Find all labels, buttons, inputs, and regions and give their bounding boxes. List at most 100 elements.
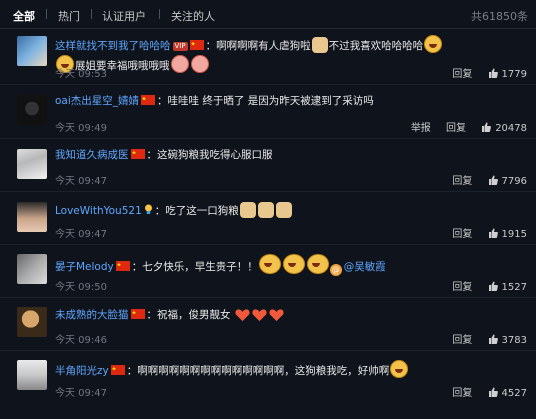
thumb-up-icon (488, 387, 498, 397)
avatar[interactable] (17, 307, 47, 337)
laugh-emoji-icon (424, 35, 443, 53)
like-count: 20478 (495, 123, 527, 134)
comment-username[interactable]: 这样就找不到我了哈哈哈 (55, 40, 171, 52)
heart-eyes-emoji-icon (390, 360, 409, 378)
china-flag-icon (189, 40, 204, 50)
comment-username[interactable]: 半角阳光zy (55, 365, 109, 377)
comment-item: oai杰出星空_婧婧 ：哇哇哇 终于晒了 是因为昨天被逮到了采访吗 今天 09:4… (0, 85, 536, 139)
comment-item: 晏子Melody ：七夕快乐，早生贵子！！ @ @吴敏霞 今天 09:50 回复 15… (0, 245, 536, 298)
report-button[interactable]: 举报 (411, 123, 431, 134)
comment-body: 我知道久病成医 ：这碗狗粮我吃得心服口服 (55, 147, 475, 164)
comment-text: ：啊啊啊啊啊啊啊啊啊啊啊啊啊啊，这狗粮我吃，好帅啊 (126, 365, 390, 377)
comment-time: 今天 09:49 (55, 123, 107, 134)
lightbulb-icon (144, 204, 152, 214)
thumb-up-icon (488, 281, 498, 291)
china-flag-icon (130, 309, 145, 319)
comment-body: 晏子Melody ：七夕快乐，早生贵子！！ @ @吴敏霞 (55, 254, 475, 276)
like-count: 7796 (501, 176, 527, 187)
comment-text: ：吃了这一口狗粮 (154, 205, 239, 217)
china-flag-icon (115, 261, 130, 271)
like-button[interactable]: 1527 (488, 281, 527, 293)
comment-body: 未成熟的大脸猫 ：祝福，俊男靓女 (55, 307, 475, 324)
heart-icon (252, 309, 267, 322)
reply-button[interactable]: 回复 (452, 229, 472, 240)
comment-actions: 回复 3783 (440, 331, 527, 346)
tab-all[interactable]: 全部 (13, 8, 35, 24)
tab-divider (159, 9, 160, 19)
like-button[interactable]: 7796 (488, 175, 527, 187)
comment-item: LoveWithYou521 ：吃了这一口狗粮 今天 09:47 回复 1915 (0, 192, 536, 245)
avatar[interactable] (17, 254, 47, 284)
reply-button[interactable]: 回复 (452, 388, 472, 399)
reply-button[interactable]: 回复 (452, 282, 472, 293)
comment-time: 今天 09:47 (55, 176, 107, 187)
comment-username[interactable]: 晏子Melody (55, 261, 114, 273)
tab-hot[interactable]: 热门 (58, 8, 80, 24)
reply-button[interactable]: 回复 (452, 176, 472, 187)
comment-time: 今天 09:47 (55, 388, 107, 399)
comment-text: ：啊啊啊啊有人虐狗啦 (205, 40, 311, 52)
comment-item: 半角阳光zy ：啊啊啊啊啊啊啊啊啊啊啊啊啊啊，这狗粮我吃，好帅啊 今天 09:47… (0, 351, 536, 403)
comment-time: 今天 09:50 (55, 282, 107, 293)
comment-item: 未成熟的大脸猫 ：祝福，俊男靓女 今天 09:46 回复 3783 (0, 298, 536, 351)
comment-text: ：七夕快乐，早生贵子！！ (131, 261, 258, 273)
laugh-emoji-icon (258, 254, 281, 274)
like-button[interactable]: 3783 (488, 334, 527, 346)
like-button[interactable]: 1779 (488, 68, 527, 80)
like-count: 4527 (501, 388, 527, 399)
mention-icon: @ (329, 264, 342, 276)
comment-time: 今天 09:46 (55, 335, 107, 346)
avatar[interactable] (17, 202, 47, 232)
tab-divider (91, 9, 92, 19)
comment-actions: 回复 1915 (440, 225, 527, 240)
comment-body: oai杰出星空_婧婧 ：哇哇哇 终于晒了 是因为昨天被逮到了采访吗 (55, 93, 475, 110)
avatar[interactable] (17, 36, 47, 66)
comment-username[interactable]: 我知道久病成医 (55, 149, 129, 161)
like-button[interactable]: 4527 (488, 387, 527, 399)
thumb-up-icon (488, 175, 498, 185)
tab-following[interactable]: 关注的人 (171, 8, 215, 24)
comment-body: 半角阳光zy ：啊啊啊啊啊啊啊啊啊啊啊啊啊啊，这狗粮我吃，好帅啊 (55, 360, 475, 380)
like-button[interactable]: 20478 (481, 122, 527, 134)
avatar[interactable] (17, 149, 47, 179)
comment-item: 这样就找不到我了哈哈哈 VIP ：啊啊啊啊有人虐狗啦 不过我喜欢哈哈哈哈 展姐要幸福哦… (0, 29, 536, 85)
thumb-up-icon (488, 228, 498, 238)
mention-link[interactable]: @吴敏霞 (344, 261, 386, 273)
like-button[interactable]: 1915 (488, 228, 527, 240)
comment-list: 这样就找不到我了哈哈哈 VIP ：啊啊啊啊有人虐狗啦 不过我喜欢哈哈哈哈 展姐要幸福哦… (0, 29, 536, 403)
comment-item: 我知道久病成医 ：这碗狗粮我吃得心服口服 今天 09:47 回复 7796 (0, 139, 536, 192)
tab-verified-users[interactable]: 认证用户 (102, 8, 146, 24)
thumb-up-icon (488, 68, 498, 78)
laugh-emoji-icon (282, 254, 305, 274)
doge-emoji-icon (311, 37, 328, 53)
china-flag-icon (130, 149, 145, 159)
tab-divider (46, 9, 47, 19)
comment-text: 不过我喜欢哈哈哈哈 (328, 40, 424, 52)
heart-icon (269, 309, 284, 322)
avatar[interactable] (17, 360, 47, 390)
comment-actions: 举报 回复 20478 (399, 119, 527, 134)
vip-badge-icon: VIP (172, 42, 188, 51)
comment-text: ：这碗狗粮我吃得心服口服 (146, 149, 273, 161)
doge-emoji-icon (275, 202, 292, 218)
comment-total-count: 共61850条 (471, 10, 528, 23)
doge-emoji-icon (239, 202, 256, 218)
comment-time: 今天 09:47 (55, 229, 107, 240)
china-flag-icon (141, 95, 156, 105)
avatar[interactable] (17, 95, 47, 125)
comment-actions: 回复 1779 (440, 65, 527, 80)
comment-username[interactable]: oai杰出星空_婧婧 (55, 95, 139, 107)
comment-username[interactable]: 未成熟的大脸猫 (55, 309, 129, 321)
comment-username[interactable]: LoveWithYou521 (55, 205, 142, 217)
reply-button[interactable]: 回复 (452, 69, 472, 80)
like-count: 1915 (501, 229, 527, 240)
comment-actions: 回复 4527 (440, 384, 527, 399)
comment-body: LoveWithYou521 ：吃了这一口狗粮 (55, 202, 475, 220)
comment-time: 今天 09:53 (55, 69, 107, 80)
reply-button[interactable]: 回复 (452, 335, 472, 346)
comment-text: ：哇哇哇 终于晒了 是因为昨天被逮到了采访吗 (157, 95, 374, 107)
thumb-up-icon (488, 334, 498, 344)
laugh-emoji-icon (306, 254, 329, 274)
reply-button[interactable]: 回复 (446, 123, 466, 134)
thumb-up-icon (482, 122, 492, 132)
